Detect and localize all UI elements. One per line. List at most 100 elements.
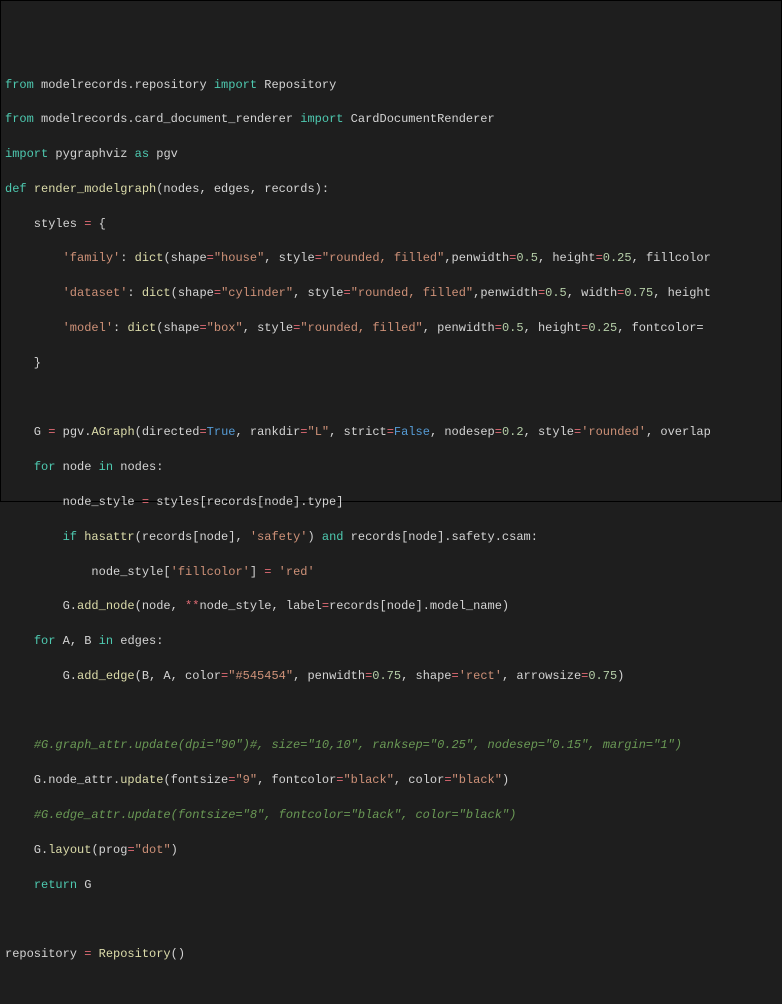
op-assign: = <box>365 669 372 683</box>
string: "black" <box>343 773 393 787</box>
class-name: CardDocumentRenderer <box>343 112 494 126</box>
string: 'red' <box>279 565 315 579</box>
iterable: nodes: <box>113 460 163 474</box>
space <box>91 947 98 961</box>
identifier: repository <box>5 947 84 961</box>
kwarg: node_style, label <box>199 599 321 613</box>
number: 0.5 <box>545 286 567 300</box>
method-call: layout <box>48 843 91 857</box>
string: "rounded, filled" <box>300 321 422 335</box>
args: (B, A, color <box>135 669 221 683</box>
comment: #G.edge_attr.update(fontsize="8", fontco… <box>34 808 516 822</box>
kwarg: (directed <box>135 425 200 439</box>
indent <box>5 738 34 752</box>
op-assign: = <box>322 599 329 613</box>
code-line: 'dataset': dict(shape="cylinder", style=… <box>5 285 777 302</box>
keyword-in: in <box>99 460 113 474</box>
comment: #G.graph_attr.update(dpi="90")#, size="1… <box>34 738 682 752</box>
colon: : <box>120 251 134 265</box>
object-ref: G.node_attr. <box>5 773 120 787</box>
number: 0.5 <box>516 251 538 265</box>
kwarg: (prog <box>91 843 127 857</box>
kwarg: , style <box>243 321 293 335</box>
string: "rounded, filled" <box>322 251 444 265</box>
op-assign: = <box>315 251 322 265</box>
op-unpack: ** <box>185 599 199 613</box>
blank-line <box>5 911 777 928</box>
dict-key: 'dataset' <box>63 286 128 300</box>
kwarg: ,penwidth <box>473 286 538 300</box>
string: "rounded, filled" <box>351 286 473 300</box>
code-line: def render_modelgraph(nodes, edges, reco… <box>5 181 777 198</box>
op-assign: = <box>207 251 214 265</box>
op-assign: = <box>264 565 271 579</box>
builtin-dict: dict <box>127 321 156 335</box>
paren: ) <box>307 530 321 544</box>
kwarg: , fillcolor <box>632 251 711 265</box>
indent <box>5 634 34 648</box>
string: "dot" <box>135 843 171 857</box>
indent <box>5 808 34 822</box>
method-call: update <box>120 773 163 787</box>
op-assign: = <box>596 251 603 265</box>
code-line: from modelrecords.card_document_renderer… <box>5 111 777 128</box>
space <box>271 565 278 579</box>
string: 'rect' <box>459 669 502 683</box>
expression: records[node].model_name) <box>329 599 509 613</box>
brace: { <box>91 217 105 231</box>
code-line: for node in nodes: <box>5 459 777 476</box>
keyword-and: and <box>322 530 344 544</box>
indent <box>5 321 63 335</box>
blank-line <box>5 390 777 407</box>
number: 0.75 <box>372 669 401 683</box>
colon: : <box>113 321 127 335</box>
code-line: for A, B in edges: <box>5 633 777 650</box>
op-assign: = <box>444 773 451 787</box>
kwarg: (shape <box>156 321 199 335</box>
module-path: modelrecords.repository <box>34 78 214 92</box>
blank-line <box>5 703 777 720</box>
code-line: import pygraphviz as pgv <box>5 146 777 163</box>
code-line: styles = { <box>5 216 777 233</box>
brace: } <box>5 356 41 370</box>
bool: True <box>207 425 236 439</box>
var: A, B <box>55 634 98 648</box>
bool: False <box>394 425 430 439</box>
kwarg: , style <box>264 251 314 265</box>
kwarg: , nodesep <box>430 425 495 439</box>
module-path: modelrecords.card_document_renderer <box>34 112 300 126</box>
var: node <box>55 460 98 474</box>
op-assign: = <box>300 425 307 439</box>
code-line: G.layout(prog="dot") <box>5 842 777 859</box>
kwarg: (shape <box>171 286 214 300</box>
op-assign: = <box>344 286 351 300</box>
kwarg: , height <box>653 286 711 300</box>
keyword-import: import <box>300 112 343 126</box>
indent <box>5 878 34 892</box>
keyword-import: import <box>5 147 48 161</box>
builtin-hasattr: hasattr <box>84 530 134 544</box>
code-line: #G.edge_attr.update(fontsize="8", fontco… <box>5 807 777 824</box>
op-assign: = <box>199 321 206 335</box>
dict-key: 'fillcolor' <box>171 565 250 579</box>
string: 'rounded' <box>581 425 646 439</box>
code-line: from modelrecords.repository import Repo… <box>5 77 777 94</box>
identifier: G <box>5 425 48 439</box>
class-call: Repository <box>99 947 171 961</box>
code-line: return G <box>5 877 777 894</box>
op-assign: = <box>495 321 502 335</box>
kwarg: , penwidth <box>293 669 365 683</box>
iterable: edges: <box>113 634 163 648</box>
op-assign: = <box>221 669 228 683</box>
string: "9" <box>235 773 257 787</box>
string: "L" <box>308 425 330 439</box>
string: "box" <box>207 321 243 335</box>
string: "cylinder" <box>221 286 293 300</box>
code-line: if hasattr(records[node], 'safety') and … <box>5 529 777 546</box>
args: (records[node], <box>135 530 250 544</box>
kwarg: , penwidth <box>423 321 495 335</box>
indent <box>5 286 63 300</box>
kwarg: , strict <box>329 425 387 439</box>
keyword-from: from <box>5 112 34 126</box>
keyword-for: for <box>34 460 56 474</box>
